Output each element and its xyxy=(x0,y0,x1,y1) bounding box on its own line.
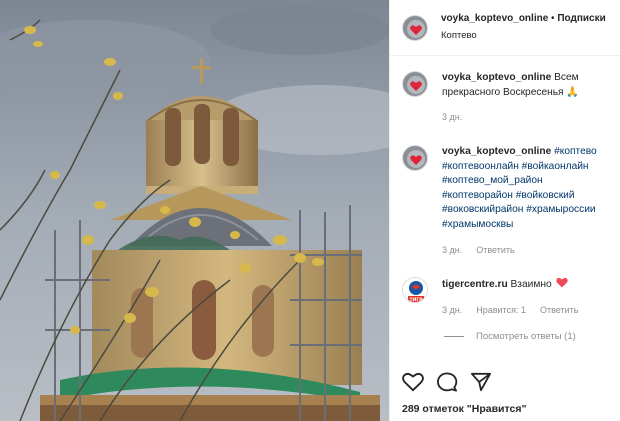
reply-button[interactable]: Ответить xyxy=(476,243,514,258)
tiger-logo-icon: ТИГР xyxy=(403,278,427,303)
comment-meta: 3 дн. Нравится: 1 Ответить xyxy=(442,303,578,318)
comment-icon[interactable] xyxy=(436,372,458,392)
header-separator: • xyxy=(551,13,555,24)
hashtag-link[interactable]: #войковский xyxy=(516,190,575,201)
hashtag-link[interactable]: #храмыроссии xyxy=(526,204,595,215)
hashtag-link[interactable]: #воковскийрайон xyxy=(442,204,523,215)
comments-list[interactable]: voyka_koptevo_online Всем прекрасного Во… xyxy=(390,57,620,362)
comment-item: ТИГР tigercentre.ru Взаимно 3 дн. Нравит… xyxy=(402,277,616,317)
red-heart-icon xyxy=(556,277,569,288)
avatar-image xyxy=(403,72,427,96)
avatar[interactable] xyxy=(402,145,428,171)
avatar[interactable] xyxy=(402,14,428,41)
hashtag-link[interactable]: #храмымосквы xyxy=(442,219,513,230)
comment-username[interactable]: tigercentre.ru xyxy=(442,279,508,290)
comment-body: voyka_koptevo_online Всем прекрасного Во… xyxy=(442,71,616,125)
view-replies-label: Посмотреть ответы (1) xyxy=(476,331,576,342)
comment-meta: 3 дн. Ответить xyxy=(442,243,616,258)
comment-likes[interactable]: Нравится: 1 xyxy=(476,303,526,318)
post-side-panel: voyka_koptevo_online • Подписки Коптево xyxy=(389,0,620,421)
comment-text: Взаимно xyxy=(510,279,552,290)
avatar-image xyxy=(403,146,427,170)
hashtag-link[interactable]: #коптеворайон xyxy=(442,190,513,201)
replies-divider xyxy=(444,336,464,337)
share-icon[interactable] xyxy=(470,372,492,392)
comment-item: voyka_koptevo_online Всем прекрасного Во… xyxy=(402,71,616,125)
likes-count[interactable]: 289 отметок "Нравится" xyxy=(402,403,526,415)
comment-username[interactable]: voyka_koptevo_online xyxy=(442,146,551,157)
comment-body: voyka_koptevo_online #коптево #коптевоон… xyxy=(442,145,616,257)
comment-item: voyka_koptevo_online #коптево #коптевоон… xyxy=(402,145,616,257)
comment-meta: 3 дн. xyxy=(442,110,616,125)
instagram-post-view: voyka_koptevo_online • Подписки Коптево xyxy=(0,0,620,421)
post-actions xyxy=(402,372,492,392)
comment-body: tigercentre.ru Взаимно 3 дн. Нравится: 1… xyxy=(442,277,578,317)
hashtag-link[interactable]: #войкаонлайн xyxy=(522,161,589,172)
tiger-logo-text: ТИГР xyxy=(409,297,423,303)
reply-button[interactable]: Ответить xyxy=(540,303,578,318)
hashtag-link[interactable]: #коптевоонлайн xyxy=(442,161,519,172)
comment-time[interactable]: 3 дн. xyxy=(442,110,462,125)
header-text: voyka_koptevo_online • Подписки Коптево xyxy=(441,12,606,43)
post-photo[interactable] xyxy=(0,0,389,421)
comment-username[interactable]: voyka_koptevo_online xyxy=(442,72,551,83)
hashtag-link[interactable]: #коптево xyxy=(554,146,597,157)
avatar[interactable] xyxy=(402,71,428,97)
view-replies-button[interactable]: Посмотреть ответы (1) xyxy=(444,331,576,342)
avatar-image xyxy=(403,15,427,40)
subscribe-button[interactable]: Подписки xyxy=(557,13,605,24)
hashtag-link[interactable]: #коптево_мой_район xyxy=(442,175,543,186)
post-location[interactable]: Коптево xyxy=(441,29,606,43)
comment-time[interactable]: 3 дн. xyxy=(442,243,462,258)
post-username[interactable]: voyka_koptevo_online xyxy=(441,13,548,24)
post-header: voyka_koptevo_online • Подписки Коптево xyxy=(390,0,620,56)
avatar[interactable]: ТИГР xyxy=(402,277,428,303)
church-photo xyxy=(0,0,389,421)
comment-time[interactable]: 3 дн. xyxy=(442,303,462,318)
heart-icon[interactable] xyxy=(402,372,424,392)
